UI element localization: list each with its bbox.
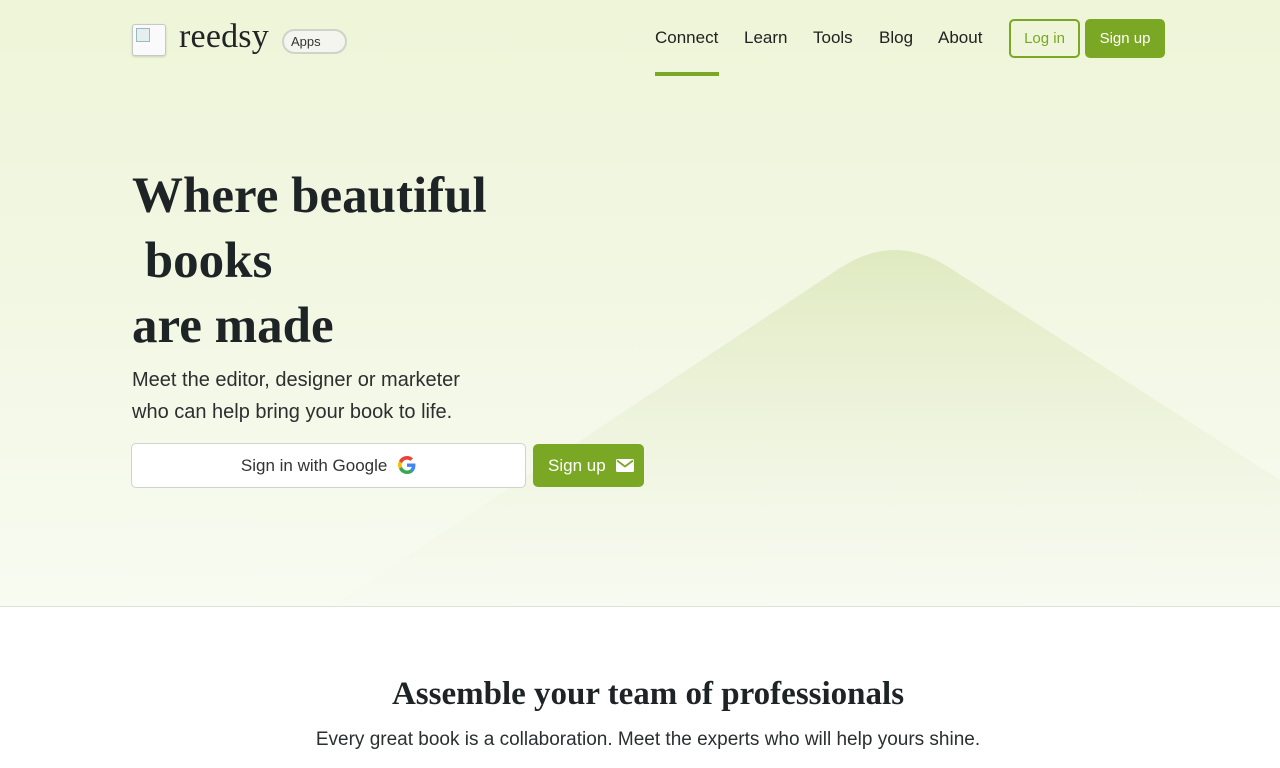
nav-tools[interactable]: Tools <box>813 28 853 48</box>
nav-learn[interactable]: Learn <box>744 28 787 48</box>
logo-image[interactable] <box>132 24 166 56</box>
hero-subtitle-line: Meet the editor, designer or marketer <box>132 369 460 391</box>
google-icon <box>398 456 416 474</box>
hero-title-line: are made <box>132 298 334 354</box>
hero-subtitle-line: who can help bring your book to life. <box>132 401 453 423</box>
hero-title-line: Where beautiful <box>132 168 487 224</box>
hero-subtitle: Meet the editor, designer or marketer wh… <box>132 364 512 428</box>
top-nav: reedsy Apps Connect Learn Tools Blog Abo… <box>0 0 1280 80</box>
logo-wordmark[interactable]: reedsy <box>179 18 269 56</box>
login-button[interactable]: Log in <box>1009 19 1080 58</box>
google-signin-label: Sign in with Google <box>240 456 388 475</box>
nav-active-indicator <box>655 72 719 76</box>
section-title: Assemble your team of professionals <box>391 676 905 712</box>
nav-connect[interactable]: Connect <box>655 28 718 48</box>
nav-blog[interactable]: Blog <box>879 28 913 48</box>
google-signin-button[interactable]: Sign in with Google <box>131 443 526 488</box>
hero-title: Where beautiful books are made <box>132 164 552 359</box>
hero-signup-button[interactable]: Sign up <box>533 444 644 487</box>
hero-title-line: books <box>132 233 273 289</box>
mail-icon <box>616 459 635 472</box>
section-subtitle: Every great book is a collaboration. Mee… <box>315 729 981 750</box>
hero-signup-label: Sign up <box>548 456 606 475</box>
signup-button[interactable]: Sign up <box>1085 19 1165 58</box>
apps-badge[interactable]: Apps <box>282 29 347 54</box>
nav-about[interactable]: About <box>938 28 982 48</box>
